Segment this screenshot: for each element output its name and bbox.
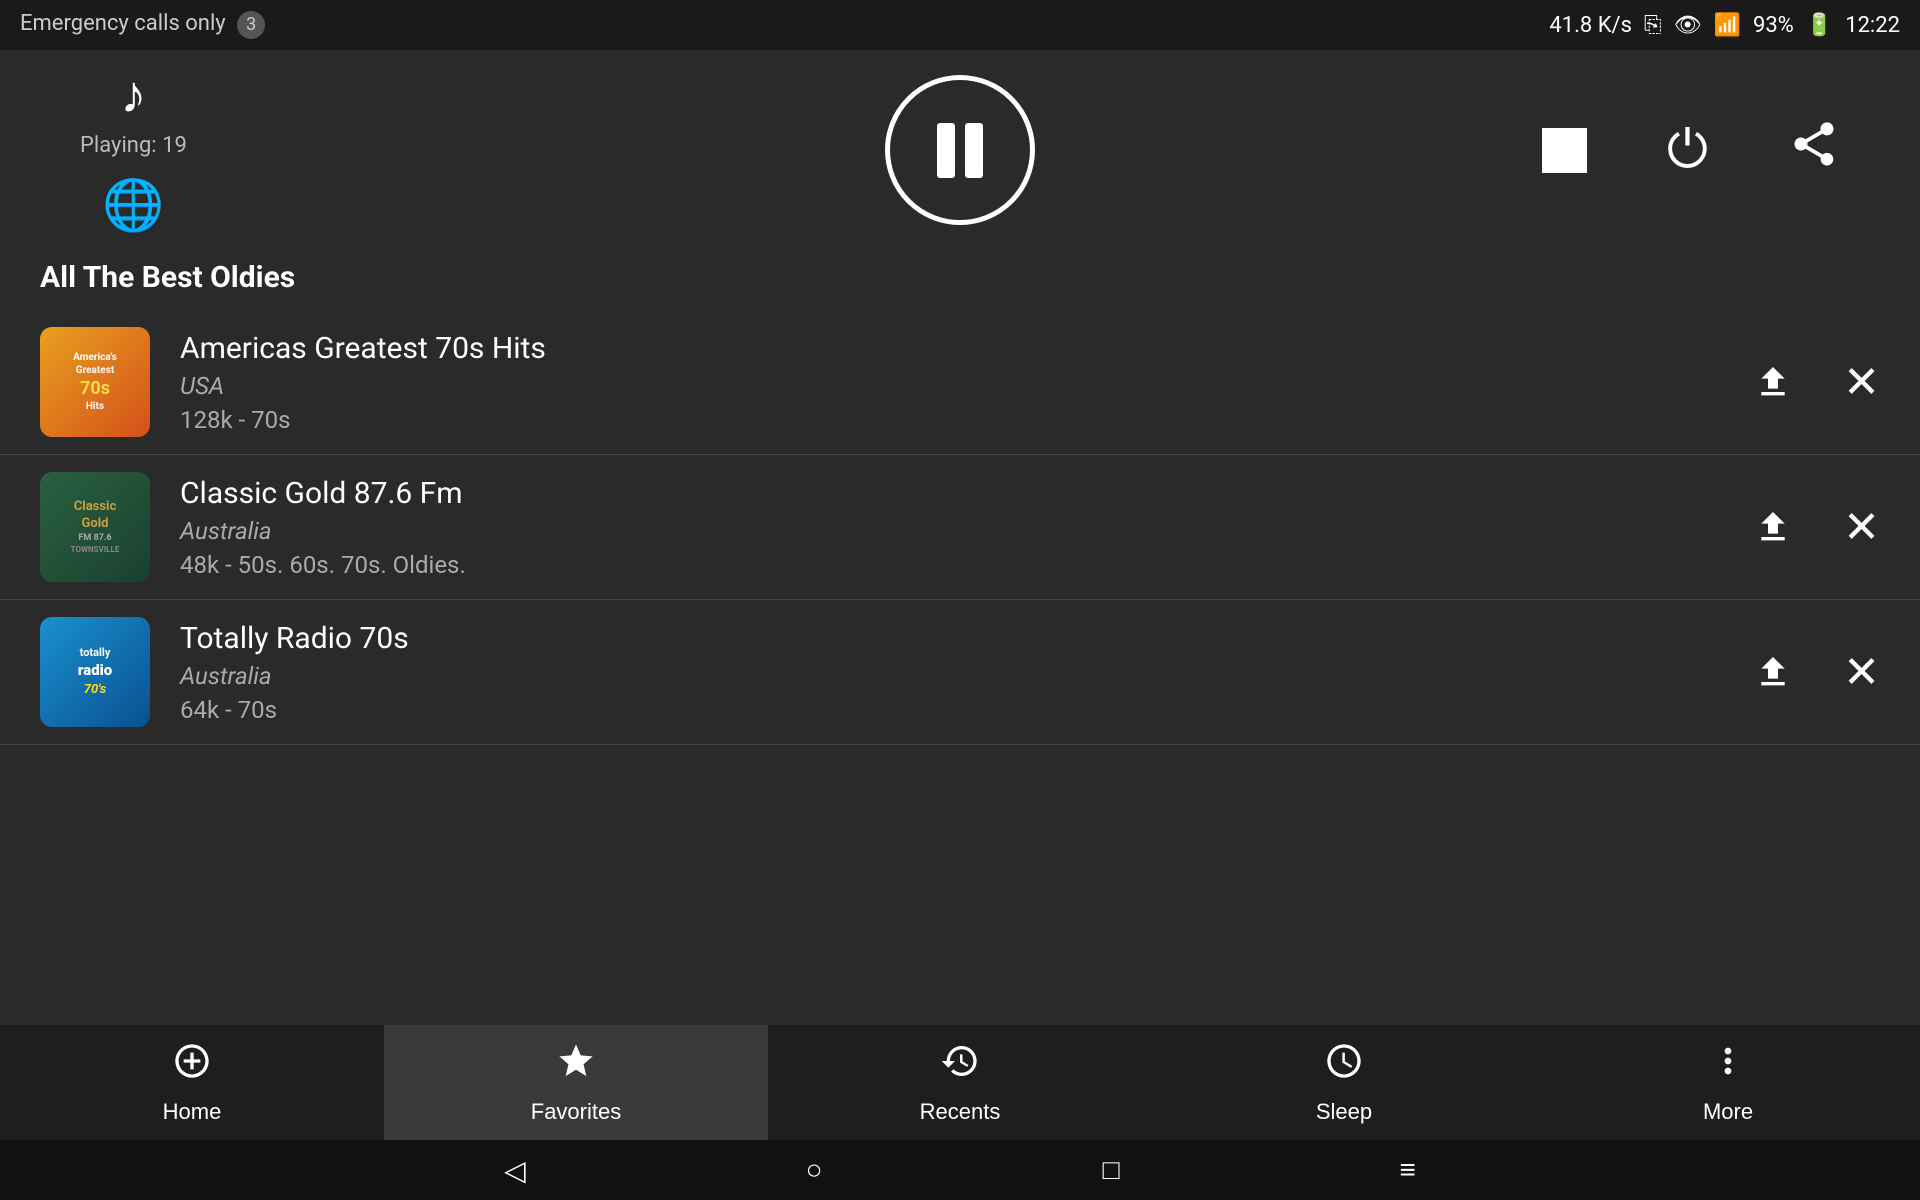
pause-button[interactable]: [885, 75, 1035, 225]
eye-icon: 👁: [1674, 13, 1702, 38]
remove-button-3[interactable]: ✕: [1843, 647, 1880, 698]
music-icon: ♪: [120, 65, 146, 125]
nav-favorites[interactable]: Favorites: [384, 1025, 768, 1140]
station-name-2: Classic Gold 87.6 Fm: [180, 476, 1723, 511]
home-button[interactable]: ○: [806, 1154, 823, 1186]
nav-more[interactable]: More: [1536, 1025, 1920, 1140]
upload-button-3[interactable]: [1753, 652, 1793, 692]
clock: 12:22: [1845, 13, 1900, 38]
top-controls: ♪ Playing: 19 🌐 ⏻: [0, 50, 1920, 250]
station-actions-3: ✕: [1753, 647, 1880, 698]
station-info-2: Classic Gold 87.6 Fm Australia 48k - 50s…: [180, 476, 1723, 579]
music-button[interactable]: ♪: [120, 65, 146, 125]
stop-button[interactable]: [1542, 128, 1587, 173]
station-logo-2[interactable]: Classic Gold FM 87.6 TOWNSVILLE: [40, 472, 150, 582]
station-name-3: Totally Radio 70s: [180, 621, 1723, 656]
power-button[interactable]: ⏻: [1667, 120, 1708, 181]
station-name-1: Americas Greatest 70s Hits: [180, 331, 1723, 366]
back-button[interactable]: ◁: [504, 1154, 526, 1187]
station-logo-3[interactable]: totally radio 70's: [40, 617, 150, 727]
bluetooth-icon: ⎘: [1644, 13, 1662, 38]
remove-button-2[interactable]: ✕: [1843, 502, 1880, 553]
nav-recents[interactable]: Recents: [768, 1025, 1152, 1140]
station-country-2: Australia: [180, 517, 1723, 545]
section-title: All The Best Oldies: [0, 250, 1920, 310]
pause-icon: [937, 123, 983, 178]
radio-item: Classic Gold FM 87.6 TOWNSVILLE Classic …: [0, 455, 1920, 600]
station-actions-1: ✕: [1753, 357, 1880, 408]
system-nav: ◁ ○ □ ≡: [0, 1140, 1920, 1200]
station-bitrate-3: 64k - 70s: [180, 696, 1723, 724]
station-info-1: Americas Greatest 70s Hits USA 128k - 70…: [180, 331, 1723, 434]
right-controls: ⏻: [1542, 118, 1840, 183]
recents-button[interactable]: □: [1103, 1154, 1120, 1186]
station-country-1: USA: [180, 372, 1723, 400]
station-bitrate-1: 128k - 70s: [180, 406, 1723, 434]
menu-button[interactable]: ≡: [1400, 1154, 1416, 1186]
speed-indicator: 41.8 K/s: [1549, 13, 1632, 38]
share-button[interactable]: [1788, 118, 1840, 183]
radio-item: America'sGreatest70sHits Americas Greate…: [0, 310, 1920, 455]
favorites-icon: [556, 1041, 596, 1091]
status-bar: Emergency calls only 3 41.8 K/s ⎘ 👁 📶 93…: [0, 0, 1920, 50]
radio-list: America'sGreatest70sHits Americas Greate…: [0, 310, 1920, 745]
station-actions-2: ✕: [1753, 502, 1880, 553]
more-icon: [1708, 1041, 1748, 1091]
bottom-nav: Home Favorites Recents Sleep: [0, 1025, 1920, 1140]
upload-button-1[interactable]: [1753, 362, 1793, 402]
nav-home[interactable]: Home: [0, 1025, 384, 1140]
nav-sleep[interactable]: Sleep: [1152, 1025, 1536, 1140]
power-icon: ⏻: [1667, 120, 1708, 181]
nav-recents-label: Recents: [920, 1099, 1001, 1125]
station-country-3: Australia: [180, 662, 1723, 690]
home-icon: [172, 1041, 212, 1091]
playing-label: Playing: 19: [80, 133, 187, 158]
globe-icon: 🌐: [102, 176, 164, 235]
share-icon: [1788, 118, 1840, 183]
battery-icon: 🔋: [1806, 13, 1833, 38]
station-logo-1[interactable]: America'sGreatest70sHits: [40, 327, 150, 437]
station-bitrate-2: 48k - 50s. 60s. 70s. Oldies.: [180, 551, 1723, 579]
status-right: 41.8 K/s ⎘ 👁 📶 93% 🔋 12:22: [1549, 13, 1900, 38]
upload-button-2[interactable]: [1753, 507, 1793, 547]
radio-item: totally radio 70's Totally Radio 70s Aus…: [0, 600, 1920, 745]
battery-level: 93%: [1753, 13, 1794, 38]
center-controls: [885, 75, 1035, 225]
stop-icon: [1542, 128, 1587, 173]
station-info-3: Totally Radio 70s Australia 64k - 70s: [180, 621, 1723, 724]
recents-icon: [940, 1041, 980, 1091]
globe-button[interactable]: 🌐: [102, 176, 164, 235]
nav-favorites-label: Favorites: [531, 1099, 621, 1125]
wifi-icon: 📶: [1714, 13, 1741, 38]
nav-home-label: Home: [163, 1099, 222, 1125]
sleep-icon: [1324, 1041, 1364, 1091]
left-controls: ♪ Playing: 19 🌐: [80, 65, 187, 235]
remove-button-1[interactable]: ✕: [1843, 357, 1880, 408]
nav-sleep-label: Sleep: [1316, 1099, 1372, 1125]
nav-more-label: More: [1703, 1099, 1753, 1125]
status-emergency: Emergency calls only 3: [20, 11, 265, 39]
